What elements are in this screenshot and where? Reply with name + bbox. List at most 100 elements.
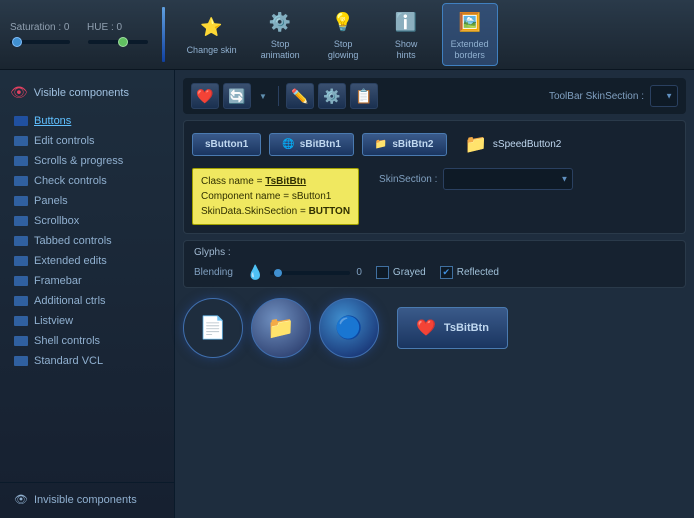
show-hints-icon: ℹ️ xyxy=(392,8,420,36)
listview-icon xyxy=(14,316,28,326)
change-skin-button[interactable]: ⭐ Change skin xyxy=(179,10,245,60)
sidebar-invisible-label: Invisible components xyxy=(34,494,137,506)
big-file-button[interactable]: 📄 xyxy=(183,298,243,358)
sbitbtn1-globe-icon: 🌐 xyxy=(282,139,294,150)
toolbar-right: ToolBar SkinSection : xyxy=(549,85,678,107)
sidebar-item-scrollbox[interactable]: Scrollbox xyxy=(0,211,174,231)
tooltip-component-value: sButton1 xyxy=(292,191,331,202)
sidebar-item-extended-edits[interactable]: Extended edits xyxy=(0,251,174,271)
additional-ctrls-icon xyxy=(14,296,28,306)
sidebar-item-invisible-components[interactable]: 👁 Invisible components xyxy=(0,489,174,510)
stop-animation-icon: ⚙️ xyxy=(266,8,294,36)
sidebar-item-panels[interactable]: Panels xyxy=(0,191,174,211)
glyphs-row: Blending 💧 0 Grayed ✔ Reflected xyxy=(194,264,675,281)
sidebar-item-shell-controls[interactable]: Shell controls xyxy=(0,331,174,351)
sidebar-framebar-label: Framebar xyxy=(34,275,82,287)
sidebar-scrollbox-label: Scrollbox xyxy=(34,215,79,227)
sidebar-item-buttons[interactable]: Buttons xyxy=(0,111,174,131)
content-area: ❤️ 🔄 ▼ ✏️ ⚙️ 📋 ToolBar SkinSection : xyxy=(175,70,694,518)
reflected-checkbox[interactable]: ✔ xyxy=(440,266,453,279)
glyphs-section: Glyphs : Blending 💧 0 Grayed ✔ Reflected xyxy=(183,240,686,288)
show-hints-button[interactable]: ℹ️ Showhints xyxy=(379,4,434,65)
sidebar-item-tabbed-controls[interactable]: Tabbed controls xyxy=(0,231,174,251)
blend-icon: 💧 xyxy=(247,264,264,281)
toolbar-section-label: ToolBar SkinSection : xyxy=(549,91,644,102)
saturation-slider[interactable] xyxy=(10,40,70,44)
tooltip-component-line: Component name = sButton1 xyxy=(201,189,350,204)
tsbitbtn-button[interactable]: ❤️ TsBitBtn xyxy=(397,307,508,349)
sidebar-item-check-controls[interactable]: Check controls xyxy=(0,171,174,191)
framebar-icon xyxy=(14,276,28,286)
sidebar-shell-controls-label: Shell controls xyxy=(34,335,100,347)
skin-section-label: SkinSection : xyxy=(379,174,437,185)
sbitbtn1-button[interactable]: 🌐 sBitBtn1 xyxy=(269,133,354,156)
big-dot-button[interactable]: 🔵 xyxy=(319,298,379,358)
grayed-checkbox[interactable] xyxy=(376,266,389,279)
settings-button[interactable]: ⚙️ xyxy=(318,83,346,109)
hue-slider[interactable] xyxy=(88,40,148,44)
glyphs-title: Glyphs : xyxy=(194,247,675,258)
sidebar-item-additional-ctrls[interactable]: Additional ctrls xyxy=(0,291,174,311)
stop-animation-button[interactable]: ⚙️ Stopanimation xyxy=(253,4,308,65)
standard-vcl-icon xyxy=(14,356,28,366)
grayed-checkbox-item[interactable]: Grayed xyxy=(376,266,426,279)
sidebar-item-edit-controls[interactable]: Edit controls xyxy=(0,131,174,151)
blend-thumb xyxy=(274,269,282,277)
sidebar-item-framebar[interactable]: Framebar xyxy=(0,271,174,291)
extended-borders-button[interactable]: 🖼️ Extendedborders xyxy=(442,3,498,66)
sidebar-item-scrolls[interactable]: Scrolls & progress xyxy=(0,151,174,171)
stop-animation-label: Stopanimation xyxy=(261,39,300,61)
stop-glowing-button[interactable]: 💡 Stopglowing xyxy=(316,4,371,65)
refresh-button[interactable]: 🔄 xyxy=(223,83,251,109)
blend-track[interactable] xyxy=(270,271,350,275)
big-folder-button[interactable]: 📁 xyxy=(251,298,311,358)
skin-section-select[interactable] xyxy=(443,168,573,190)
skin-section-select-wrap[interactable] xyxy=(443,168,573,190)
extended-borders-icon: 🖼️ xyxy=(456,8,484,36)
sidebar-header: 👁 Visible components xyxy=(0,78,174,111)
grayed-label: Grayed xyxy=(393,267,426,278)
sbutton1-button[interactable]: sButton1 xyxy=(192,133,261,156)
copy-button[interactable]: 📋 xyxy=(350,83,378,109)
blending-label: Blending xyxy=(194,267,233,278)
panels-icon xyxy=(14,196,28,206)
sidebar-item-standard-vcl[interactable]: Standard VCL xyxy=(0,351,174,371)
sidebar-buttons-label: Buttons xyxy=(34,115,71,127)
tooltip-skin-value: BUTTON xyxy=(309,206,350,217)
big-file-icon: 📄 xyxy=(199,315,226,341)
tabbed-controls-icon xyxy=(14,236,28,246)
change-skin-icon: ⭐ xyxy=(198,14,226,42)
dropdown-arrow-button[interactable]: ▼ xyxy=(255,83,271,109)
toolbar-section-select[interactable] xyxy=(650,85,678,107)
sidebar-tabbed-controls-label: Tabbed controls xyxy=(34,235,112,247)
extended-edits-icon xyxy=(14,256,28,266)
edit-button[interactable]: ✏️ xyxy=(286,83,314,109)
heart-button[interactable]: ❤️ xyxy=(191,83,219,109)
sbitbtn2-button[interactable]: 📁 sBitBtn2 xyxy=(362,133,447,156)
reflected-checkbox-item[interactable]: ✔ Reflected xyxy=(440,266,499,279)
buttons-icon xyxy=(14,116,28,126)
visible-components-icon: 👁 xyxy=(10,84,28,101)
sidebar-item-listview[interactable]: Listview xyxy=(0,311,174,331)
middle-row: Class name = TsBitBtn Component name = s… xyxy=(192,168,677,225)
stop-glowing-icon: 💡 xyxy=(329,8,357,36)
change-skin-label: Change skin xyxy=(187,45,237,56)
tooltip-class-value: TsBitBtn xyxy=(265,176,306,187)
demo-buttons-row: sButton1 🌐 sBitBtn1 📁 sBitBtn2 📁 sS xyxy=(192,129,677,160)
refresh-icon: 🔄 xyxy=(228,88,245,105)
skin-section-area: SkinSection : xyxy=(379,168,573,196)
sidebar-scrolls-label: Scrolls & progress xyxy=(34,155,123,167)
content-toolbar: ❤️ 🔄 ▼ ✏️ ⚙️ 📋 ToolBar SkinSection : xyxy=(183,78,686,114)
sbutton1-label: sButton1 xyxy=(205,139,248,150)
sat-hue-controls: Saturation : 0 HUE : 0 xyxy=(10,22,148,48)
toolbar-section-select-wrap[interactable] xyxy=(650,85,678,107)
blend-row: 💧 0 xyxy=(247,264,362,281)
sbitbtn2-label: sBitBtn2 xyxy=(392,139,433,150)
tsbitbtn-heart-icon: ❤️ xyxy=(416,318,436,338)
hue-label: HUE : 0 xyxy=(87,22,122,33)
sidebar-panels-label: Panels xyxy=(34,195,68,207)
sspeedbutton2-button[interactable]: 📁 sSpeedButton2 xyxy=(455,129,572,160)
reflected-label: Reflected xyxy=(457,267,499,278)
show-hints-label: Showhints xyxy=(395,39,418,61)
stop-glowing-label: Stopglowing xyxy=(328,39,359,61)
